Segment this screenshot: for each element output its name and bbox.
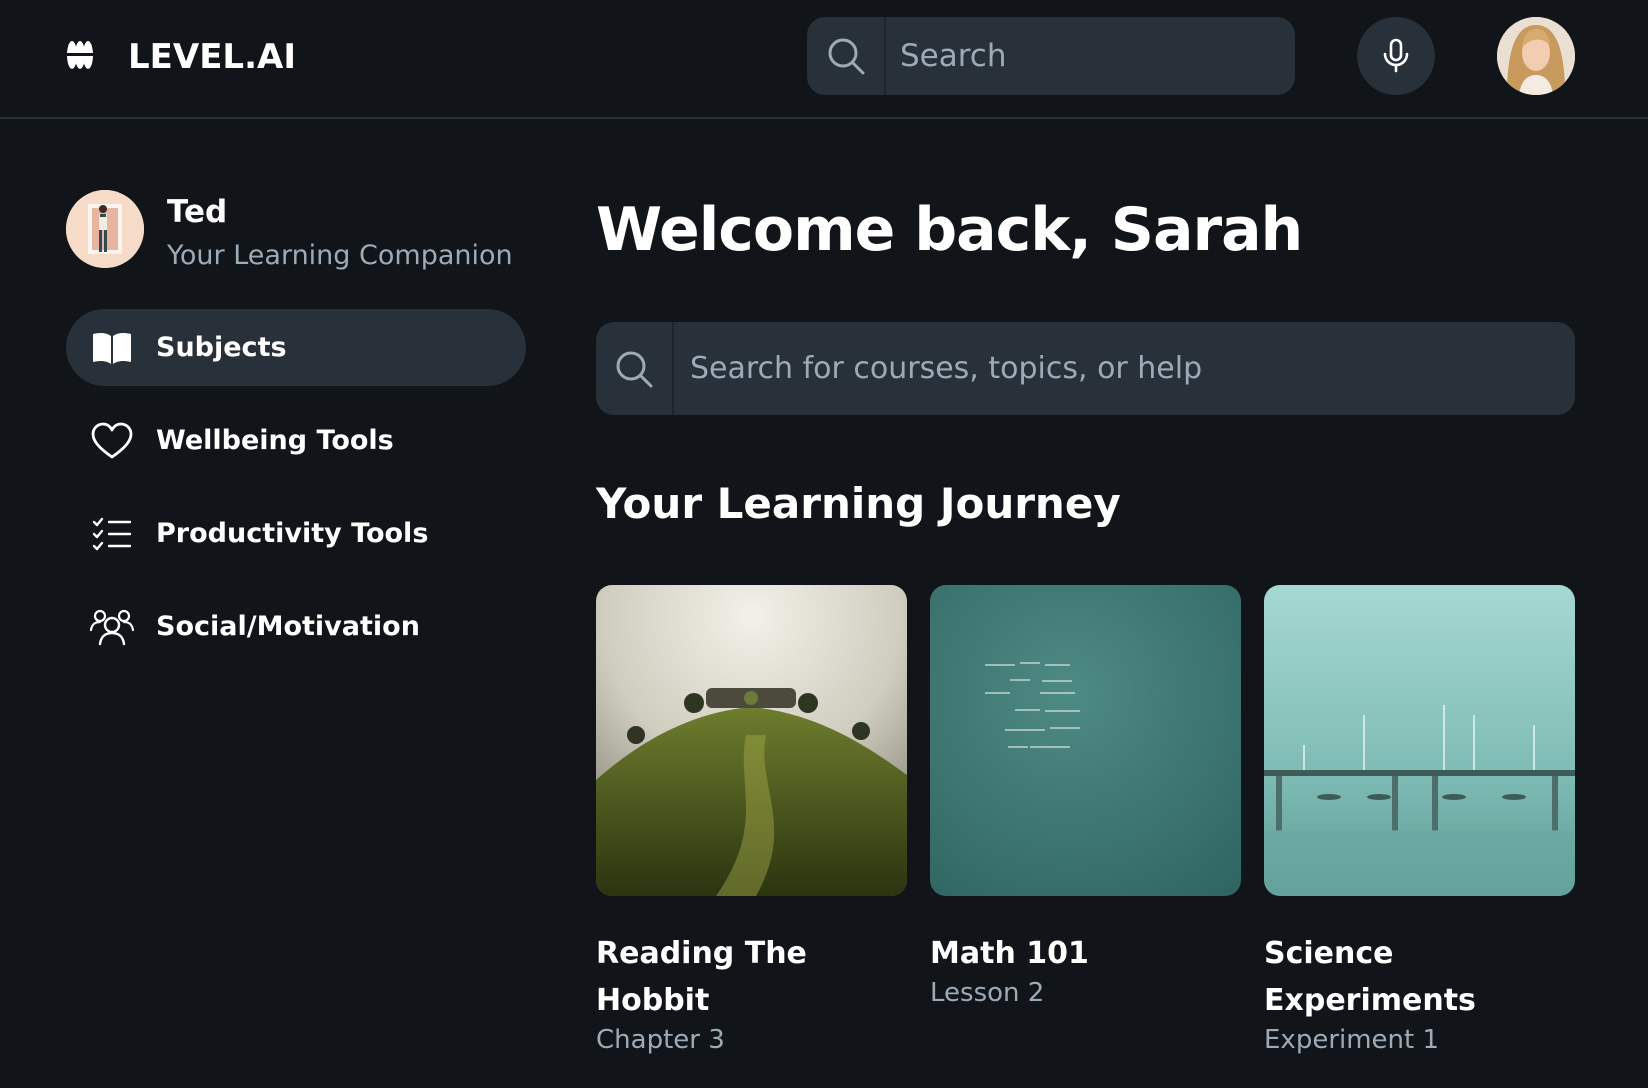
course-card-math[interactable]: Math 101 Lesson 2 xyxy=(930,585,1241,1009)
companion-name: Ted xyxy=(167,194,228,230)
section-title: Your Learning Journey xyxy=(596,479,1121,528)
microphone-icon xyxy=(1383,38,1409,73)
search-icon xyxy=(828,38,864,75)
users-icon xyxy=(90,605,134,649)
course-card-subtitle: Chapter 3 xyxy=(596,1025,725,1055)
sidebar-item-label: Subjects xyxy=(156,332,287,363)
logo-icon xyxy=(66,41,94,69)
user-avatar[interactable] xyxy=(1497,17,1575,95)
sidebar-item-label: Productivity Tools xyxy=(156,518,429,549)
sidebar-item-social-motivation[interactable]: Social/Motivation xyxy=(66,588,526,665)
chalkboard-math-image xyxy=(930,585,1241,896)
course-card-hobbit[interactable]: Reading The Hobbit Chapter 3 xyxy=(596,585,907,1056)
companion-image xyxy=(66,190,144,268)
heart-icon xyxy=(90,419,134,463)
page-title: Welcome back, Sarah xyxy=(596,195,1303,265)
companion-avatar[interactable] xyxy=(66,190,144,268)
course-search-input[interactable] xyxy=(674,322,1575,415)
sidebar-item-label: Social/Motivation xyxy=(156,611,420,642)
course-card-title: Math 101 xyxy=(930,936,1089,971)
sidebar-nav: Subjects Wellbeing Tools Productivity To… xyxy=(66,309,526,681)
sidebar-item-wellbeing-tools[interactable]: Wellbeing Tools xyxy=(66,402,526,479)
course-search xyxy=(596,322,1575,415)
checklist-icon xyxy=(90,512,134,556)
course-card-science[interactable]: Science Experiments Experiment 1 xyxy=(1264,585,1575,1056)
microphone-button[interactable] xyxy=(1357,17,1435,95)
course-card-subtitle: Experiment 1 xyxy=(1264,1025,1440,1055)
brand-name: LEVEL.AI xyxy=(128,37,296,77)
top-header: LEVEL.AI xyxy=(0,0,1648,119)
sidebar-item-subjects[interactable]: Subjects xyxy=(66,309,526,386)
sidebar-item-label: Wellbeing Tools xyxy=(156,425,394,456)
course-card-title: Science Experiments xyxy=(1264,936,1476,1018)
search-icon xyxy=(616,351,653,387)
course-card-title: Reading The Hobbit xyxy=(596,936,807,1018)
header-search-input[interactable] xyxy=(886,17,1295,95)
header-search xyxy=(807,17,1295,95)
avatar-image xyxy=(1497,17,1575,95)
sidebar-item-productivity-tools[interactable]: Productivity Tools xyxy=(66,495,526,572)
header-search-icon-box[interactable] xyxy=(807,17,886,95)
course-card-subtitle: Lesson 2 xyxy=(930,978,1045,1008)
course-search-icon-box[interactable] xyxy=(596,322,674,415)
open-book-icon xyxy=(90,326,134,370)
brand-logo[interactable]: LEVEL.AI xyxy=(66,38,296,76)
science-lab-image xyxy=(1264,585,1575,896)
companion-subtitle: Your Learning Companion xyxy=(167,240,513,271)
hobbit-hill-image xyxy=(596,585,907,896)
learning-journey-cards: Reading The Hobbit Chapter 3 Math 101 Le… xyxy=(596,585,1576,1065)
